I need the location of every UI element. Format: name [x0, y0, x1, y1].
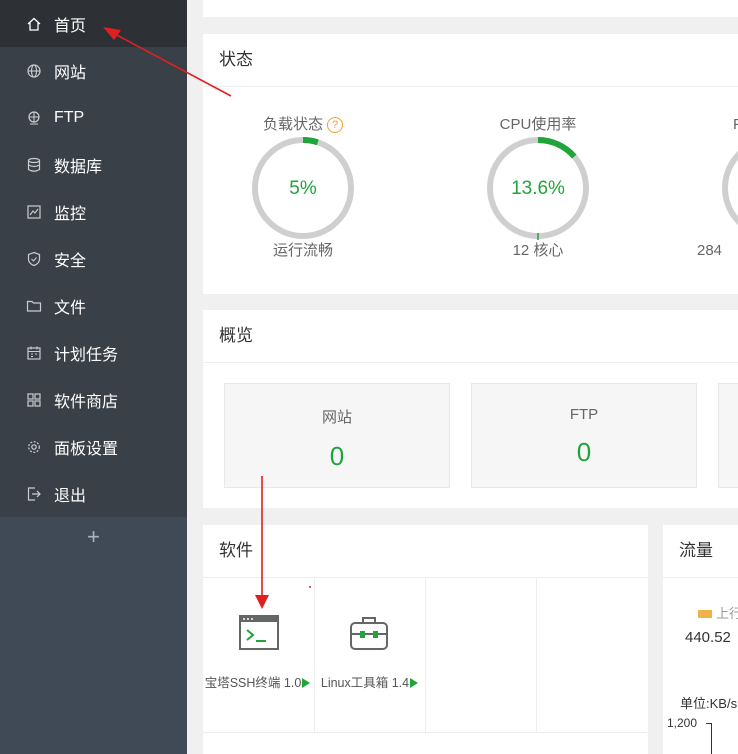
overview-card-label: 网站: [321, 409, 352, 426]
play-icon[interactable]: [302, 678, 311, 688]
overview-card-value: 0: [329, 441, 345, 471]
memory-gauge[interactable]: F 284: [697, 114, 738, 262]
monitor-icon: [26, 204, 42, 220]
sidebar-item-label: 面板设置: [54, 440, 119, 458]
software-slot-empty[interactable]: [536, 577, 647, 733]
overview-card-ftp[interactable]: FTP 0: [471, 383, 697, 488]
top-panel: [203, 0, 738, 17]
load-status-text: 运行流畅: [272, 242, 333, 259]
software-item-name: Linux工具箱 1.4: [314, 672, 425, 691]
cpu-label: CPU使用率: [499, 116, 577, 133]
add-button[interactable]: +: [0, 520, 187, 554]
software-panel: 软件 宝塔SSH终端 1.0 Linux工具箱 1.4: [203, 525, 648, 754]
help-icon[interactable]: ?: [327, 117, 343, 133]
toolbox-icon: [350, 617, 388, 650]
memory-ring: [722, 150, 738, 226]
sidebar-item-app-store[interactable]: 软件商店: [0, 376, 187, 423]
sidebar-item-website[interactable]: 网站: [0, 47, 187, 94]
database-icon: [26, 157, 42, 173]
gear-icon: [26, 439, 42, 455]
sidebar-item-cron[interactable]: 计划任务: [0, 329, 187, 376]
overview-card-value: 0: [576, 437, 592, 467]
sidebar-item-monitor[interactable]: 监控: [0, 188, 187, 235]
terminal-icon: [239, 615, 279, 650]
traffic-legend-upload: 上行: [698, 603, 738, 622]
sidebar-item-security[interactable]: 安全: [0, 235, 187, 282]
cpu-cores-text: 12 核心: [512, 242, 564, 259]
overview-card-label: FTP: [569, 406, 599, 423]
traffic-panel: 流量 上行 440.52 单位:KB/s 1,200: [663, 525, 738, 754]
logout-icon: [26, 486, 42, 502]
sidebar-item-label: 退出: [54, 487, 87, 505]
traffic-y-tick: 1,200: [667, 716, 698, 730]
memory-label: F: [733, 116, 738, 133]
load-value: 5%: [289, 178, 317, 199]
load-label: 负载状态?: [251, 114, 355, 136]
traffic-upload-value: 440.52: [685, 629, 731, 646]
traffic-y-axis: [711, 723, 712, 754]
main-content: 状态 负载状态? 5% 运行流畅 CPU使用率 13.6% 12 核心 F 28…: [187, 0, 738, 754]
sidebar-item-label: 文件: [54, 299, 87, 317]
folder-icon: [26, 298, 42, 314]
play-icon[interactable]: [410, 678, 419, 688]
software-item-name: 宝塔SSH终端 1.0: [203, 672, 320, 691]
upload-swatch: [698, 610, 712, 618]
load-gauge[interactable]: 负载状态? 5% 运行流畅: [251, 114, 355, 262]
sidebar-item-ftp[interactable]: FTP: [0, 94, 187, 141]
sidebar-item-label: 数据库: [54, 158, 103, 176]
sidebar-item-database[interactable]: 数据库: [0, 141, 187, 188]
home-icon: [26, 16, 42, 32]
calendar-icon: [26, 345, 42, 361]
status-panel: 状态 负载状态? 5% 运行流畅 CPU使用率 13.6% 12 核心 F 28…: [203, 34, 738, 294]
sidebar-item-label: 监控: [54, 205, 87, 223]
sidebar-item-panel-settings[interactable]: 面板设置: [0, 423, 187, 470]
sidebar-item-label: 软件商店: [54, 393, 119, 411]
status-title: 状态: [203, 34, 738, 87]
sidebar-item-label: FTP: [54, 108, 85, 126]
memory-sub-text: 284: [697, 242, 723, 259]
sidebar-item-label: 计划任务: [54, 346, 119, 364]
software-title: 软件: [203, 525, 648, 578]
sidebar-item-label: 首页: [54, 17, 87, 35]
overview-card-database[interactable]: [718, 383, 738, 488]
globe-icon: [26, 63, 42, 79]
sidebar-item-label: 网站: [54, 64, 87, 82]
sidebar-item-files[interactable]: 文件: [0, 282, 187, 329]
sidebar: 首页 网站 FTP 数据库 监控 安全 文件 计划任务 软件商店 面板设置 退出…: [0, 0, 187, 754]
sidebar-item-logout[interactable]: 退出: [0, 470, 187, 517]
grid-icon: [26, 392, 42, 408]
software-item-linux-toolbox[interactable]: Linux工具箱 1.4: [314, 577, 426, 733]
cpu-gauge[interactable]: CPU使用率 13.6% 12 核心: [486, 114, 590, 262]
traffic-title: 流量: [663, 525, 738, 578]
cpu-value: 13.6%: [511, 178, 565, 199]
overview-panel: 概览 网站 0 FTP 0: [203, 310, 738, 508]
overview-card-website[interactable]: 网站 0: [224, 383, 450, 488]
sidebar-menu: 首页 网站 FTP 数据库 监控 安全 文件 计划任务 软件商店 面板设置 退出: [0, 0, 187, 517]
software-item-ssh-terminal[interactable]: 宝塔SSH终端 1.0: [203, 577, 315, 733]
sidebar-item-home[interactable]: 首页: [0, 0, 187, 47]
overview-title: 概览: [203, 310, 738, 363]
sidebar-item-label: 安全: [54, 252, 87, 270]
shield-icon: [26, 251, 42, 267]
ftp-icon: [26, 110, 42, 126]
traffic-unit: 单位:KB/s: [680, 696, 738, 711]
software-slot-empty[interactable]: [425, 577, 537, 733]
